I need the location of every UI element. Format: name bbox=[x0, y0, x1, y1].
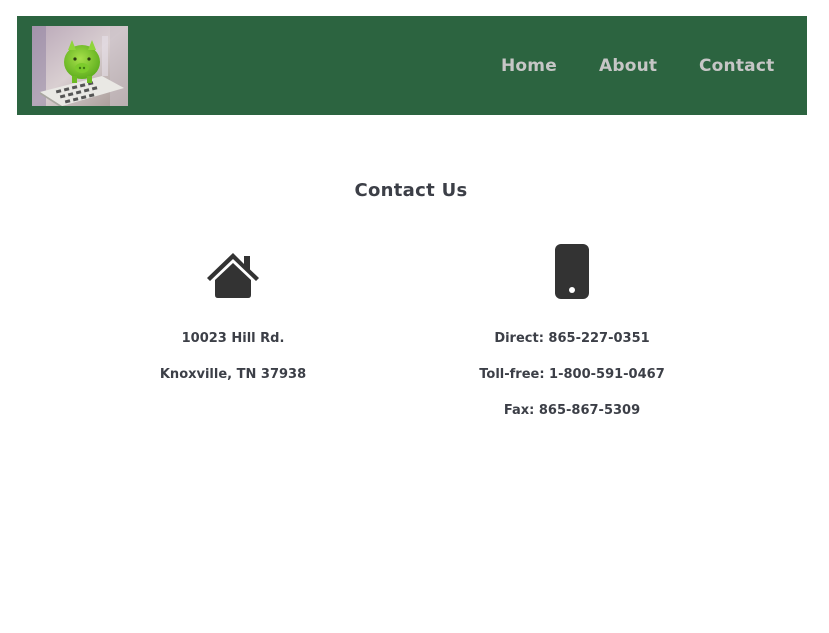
address-section: 10023 Hill Rd. Knoxville, TN 37938 bbox=[133, 240, 333, 382]
phone-fax: Fax: 865-867-5309 bbox=[503, 403, 641, 418]
house-icon bbox=[133, 240, 333, 300]
page-title: Contact Us bbox=[354, 180, 468, 201]
site-header: Home About Contact bbox=[17, 16, 807, 115]
mobile-phone-icon bbox=[472, 240, 672, 300]
phone-direct: Direct: 865-227-0351 bbox=[494, 331, 650, 346]
phone-tollfree: Toll-free: 1-800-591-0467 bbox=[479, 367, 665, 382]
nav-about-link[interactable]: About bbox=[599, 56, 657, 76]
phone-section: Direct: 865-227-0351 Toll-free: 1-800-59… bbox=[472, 240, 672, 418]
nav-home-link[interactable]: Home bbox=[501, 56, 557, 76]
piggy-bank-logo[interactable] bbox=[32, 26, 128, 106]
nav-contact-link[interactable]: Contact bbox=[699, 56, 774, 76]
address-line-1: 10023 Hill Rd. bbox=[181, 331, 285, 346]
address-line-2: Knoxville, TN 37938 bbox=[159, 367, 307, 382]
